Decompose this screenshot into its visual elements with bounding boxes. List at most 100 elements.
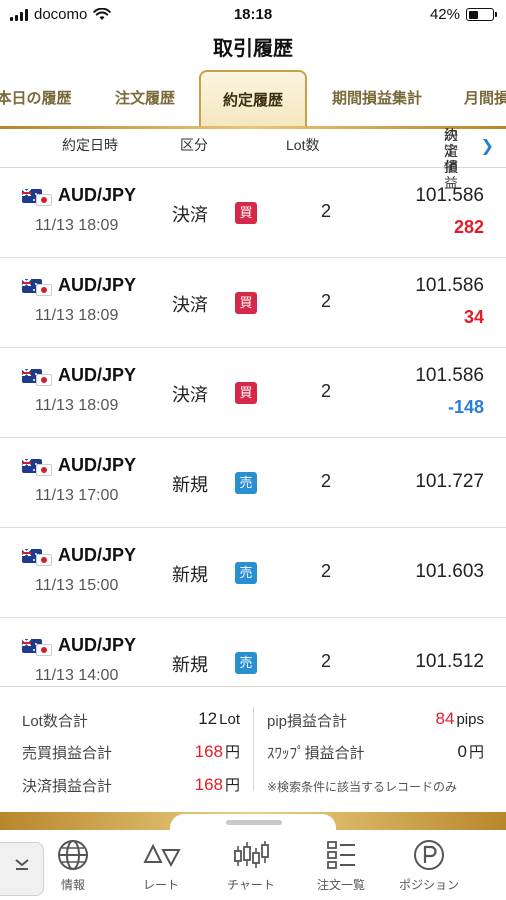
tab-today-history[interactable]: 本日の履歴 xyxy=(0,70,74,128)
tab-bar: 本日の履歴 注文履歴 約定履歴 期間損益集計 月間損 xyxy=(0,70,506,128)
table-row[interactable]: AUD/JPY 11/13 18:09 決済 買 2 101.586 -148 xyxy=(0,348,506,438)
execution-price: 101.586 xyxy=(415,365,484,386)
settle-pl-value: 168 円 xyxy=(195,774,240,795)
tab-execution-history[interactable]: 約定履歴 xyxy=(199,70,307,128)
trade-pl-label: 売買損益合計 xyxy=(22,745,113,762)
currency-pair: AUD/JPY xyxy=(58,545,137,565)
trade-kind: 決済 xyxy=(172,205,208,225)
battery-icon xyxy=(466,8,497,21)
status-right: 42% xyxy=(429,6,497,23)
execution-datetime: 11/13 18:09 xyxy=(35,397,119,414)
swap-pl-value: 0円 xyxy=(458,741,484,762)
lot-total-value: 12 Lot xyxy=(198,709,240,729)
execution-price: 101.603 xyxy=(415,561,484,582)
column-type: 区分 xyxy=(180,137,208,153)
currency-pair: AUD/JPY xyxy=(58,365,137,385)
side-badge: 買 xyxy=(235,202,257,224)
execution-datetime: 11/13 18:09 xyxy=(35,217,119,234)
tab-monthly-pl[interactable]: 月間損 xyxy=(464,70,506,128)
pip-pl-label: pip損益合計 xyxy=(267,713,348,730)
aud-jpy-flag-icon xyxy=(22,189,52,207)
side-badge: 売 xyxy=(235,652,257,674)
tab-order-history[interactable]: 注文履歴 xyxy=(104,70,186,128)
lot-total-label: Lot数合計 xyxy=(22,713,88,730)
lot-count: 2 xyxy=(321,291,332,311)
tab-period-pl[interactable]: 期間損益集計 xyxy=(325,70,429,128)
trade-kind: 新規 xyxy=(172,655,208,675)
settle-pl-label: 決済損益合計 xyxy=(22,778,113,795)
summary-note: ※検索条件に該当するレコードのみ xyxy=(267,780,458,794)
execution-datetime: 11/13 14:00 xyxy=(35,667,119,684)
nav-position-label: ポジション xyxy=(398,878,459,892)
execution-price: 101.512 xyxy=(415,651,484,672)
list-icon xyxy=(327,841,355,869)
rate-arrows-icon xyxy=(143,843,181,868)
drag-handle[interactable] xyxy=(226,820,282,825)
tab-underline xyxy=(0,126,506,129)
settlement-pl: 34 xyxy=(463,307,484,327)
execution-list: AUD/JPY 11/13 18:09 決済 買 2 101.586 282 A… xyxy=(0,168,506,704)
page-title: 取引履歴 xyxy=(213,38,293,60)
globe-icon xyxy=(58,840,88,870)
swap-pl-unit: 円 xyxy=(468,744,484,761)
side-badge: 売 xyxy=(235,562,257,584)
pip-pl-number: 84 xyxy=(435,709,455,728)
execution-datetime: 11/13 17:00 xyxy=(35,487,119,504)
lot-count: 2 xyxy=(321,201,332,221)
pip-pl-value: 84 pips xyxy=(436,709,484,729)
execution-price: 101.586 xyxy=(415,185,484,206)
table-row[interactable]: AUD/JPY 11/13 15:00 新規 売 2 101.603 xyxy=(0,528,506,618)
position-p-icon xyxy=(414,840,444,870)
bottom-nav: 情報 レート チャート 注文一覧 ポジション xyxy=(0,830,506,900)
trade-kind: 新規 xyxy=(172,565,208,585)
nav-order-list-label: 注文一覧 xyxy=(316,878,365,892)
nav-position[interactable]: ポジション xyxy=(384,838,474,893)
lot-total-number: 12 xyxy=(198,709,218,728)
battery-percent: 42% xyxy=(429,6,460,23)
table-row[interactable]: AUD/JPY 11/13 18:09 決済 買 2 101.586 282 xyxy=(0,168,506,258)
column-lot: Lot数 xyxy=(286,137,320,153)
lot-count: 2 xyxy=(321,561,332,581)
candlestick-icon xyxy=(234,841,269,868)
trade-kind: 決済 xyxy=(172,385,208,405)
lot-count: 2 xyxy=(321,471,332,491)
currency-pair: AUD/JPY xyxy=(58,635,137,655)
lot-count: 2 xyxy=(321,381,332,401)
nav-rate[interactable]: レート xyxy=(116,838,206,893)
pip-pl-unit: pips xyxy=(456,711,484,728)
side-badge: 売 xyxy=(235,472,257,494)
execution-price: 101.727 xyxy=(415,471,484,492)
nav-info[interactable]: 情報 xyxy=(28,838,118,893)
summary-divider xyxy=(253,707,254,791)
nav-chart[interactable]: チャート xyxy=(206,838,296,893)
trade-pl-number: 168 xyxy=(194,742,223,761)
nav-info-label: 情報 xyxy=(60,878,85,892)
swap-pl-number: 0 xyxy=(457,742,467,761)
execution-price: 101.586 xyxy=(415,275,484,296)
aud-jpy-flag-icon xyxy=(22,639,52,657)
nav-rate-label: レート xyxy=(142,878,179,892)
swap-pl-label: ｽﾜｯﾌﾟ損益合計 xyxy=(267,745,365,762)
settle-pl-unit: 円 xyxy=(224,777,240,794)
status-bar: docomo 18:18 42% xyxy=(0,0,506,30)
side-badge: 買 xyxy=(235,292,257,314)
execution-datetime: 11/13 15:00 xyxy=(35,577,119,594)
aud-jpy-flag-icon xyxy=(22,549,52,567)
side-badge: 買 xyxy=(235,382,257,404)
trade-kind: 新規 xyxy=(172,475,208,495)
settlement-pl: 282 xyxy=(453,217,484,237)
trade-pl-unit: 円 xyxy=(224,744,240,761)
chevron-right-icon[interactable]: ❯ xyxy=(481,136,494,156)
lot-count: 2 xyxy=(321,651,332,671)
nav-chart-label: チャート xyxy=(227,878,275,892)
nav-order-list[interactable]: 注文一覧 xyxy=(296,838,386,893)
table-row[interactable]: AUD/JPY 11/13 18:09 決済 買 2 101.586 34 xyxy=(0,258,506,348)
aud-jpy-flag-icon xyxy=(22,459,52,477)
currency-pair: AUD/JPY xyxy=(58,275,137,295)
settlement-pl: -148 xyxy=(447,397,484,417)
trade-kind: 決済 xyxy=(172,295,208,315)
column-headers: 約定日時 区分 Lot数 約定値 決済損益 ❯ xyxy=(0,127,506,191)
settle-pl-number: 168 xyxy=(194,775,223,794)
table-row[interactable]: AUD/JPY 11/13 17:00 新規 売 2 101.727 xyxy=(0,438,506,528)
column-date: 約定日時 xyxy=(62,137,118,153)
